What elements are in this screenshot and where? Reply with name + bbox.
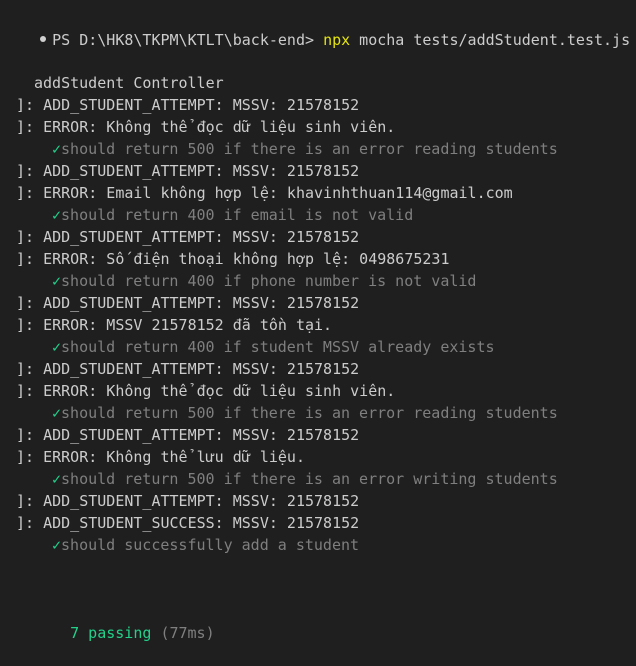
check-icon: ✓ (52, 140, 62, 158)
log-line: ]: ADD_STUDENT_ATTEMPT: MSSV: 21578152 (16, 426, 360, 444)
check-icon: ✓ (52, 272, 62, 290)
log-line: ]: ADD_STUDENT_ATTEMPT: MSSV: 21578152 (16, 360, 360, 378)
log-line: ]: ERROR: Không thể đọc dữ liệu sinh viê… (16, 382, 396, 400)
check-icon: ✓ (52, 404, 62, 422)
command-line: PS D:\HK8\TKPM\KTLT\back-end> npx mocha … (4, 7, 630, 49)
test-summary: 7 passing (77ms) (34, 600, 215, 642)
log-line: ]: ERROR: Số điện thoại không hợp lệ: 04… (16, 250, 450, 268)
test-result-line: ✓should return 400 if email is not valid (52, 204, 413, 226)
shell-prompt: PS D:\HK8\TKPM\KTLT\back-end> (52, 31, 324, 49)
test-result-line: ✓should return 500 if there is an error … (52, 402, 558, 424)
check-icon: ✓ (52, 470, 62, 488)
log-line: ]: ADD_STUDENT_ATTEMPT: MSSV: 21578152 (16, 96, 360, 114)
passing-count: 7 passing (70, 624, 152, 642)
command-args: mocha tests/addStudent.test.js (350, 31, 631, 49)
log-line: ]: ADD_STUDENT_ATTEMPT: MSSV: 21578152 (16, 162, 360, 180)
test-title: should return 500 if there is an error r… (61, 140, 558, 158)
test-title: should return 400 if phone number is not… (61, 272, 477, 290)
test-result-line: ✓should successfully add a student (52, 534, 359, 556)
test-result-line: ✓should return 500 if there is an error … (52, 468, 558, 490)
log-line: ]: ADD_STUDENT_ATTEMPT: MSSV: 21578152 (16, 294, 360, 312)
log-line: ]: ADD_STUDENT_ATTEMPT: MSSV: 21578152 (16, 228, 360, 246)
log-line: ]: ERROR: MSSV 21578152 đã tồn tại. (16, 316, 333, 334)
command-status-dot-icon (40, 35, 47, 42)
test-title: should return 400 if student MSSV alread… (61, 338, 495, 356)
check-icon: ✓ (52, 338, 62, 356)
test-result-line: ✓should return 400 if student MSSV alrea… (52, 336, 495, 358)
test-result-line: ✓should return 500 if there is an error … (52, 138, 558, 160)
log-line: ]: ERROR: Email không hợp lệ: khavinhthu… (16, 184, 513, 202)
test-suite-title: addStudent Controller (34, 74, 224, 92)
test-title: should return 400 if email is not valid (61, 206, 414, 224)
log-line: ]: ADD_STUDENT_ATTEMPT: MSSV: 21578152 (16, 492, 360, 510)
test-result-line: ✓should return 400 if phone number is no… (52, 270, 476, 292)
test-title: should successfully add a student (61, 536, 360, 554)
log-line: ]: ERROR: Không thể lưu dữ liệu. (16, 448, 305, 466)
command-npx: npx (323, 31, 351, 49)
test-title: should return 500 if there is an error r… (61, 404, 558, 422)
terminal-output[interactable]: PS D:\HK8\TKPM\KTLT\back-end> npx mocha … (0, 0, 636, 642)
check-icon: ✓ (52, 206, 62, 224)
check-icon: ✓ (52, 536, 62, 554)
test-title: should return 500 if there is an error w… (61, 470, 558, 488)
test-duration: (77ms) (160, 624, 215, 642)
log-line: ]: ERROR: Không thể đọc dữ liệu sinh viê… (16, 118, 396, 136)
log-line: ]: ADD_STUDENT_SUCCESS: MSSV: 21578152 (16, 514, 360, 532)
